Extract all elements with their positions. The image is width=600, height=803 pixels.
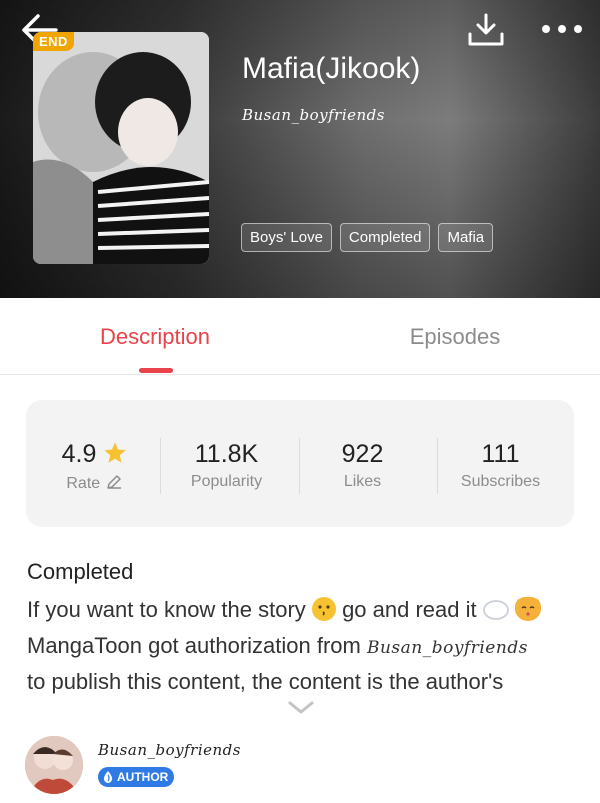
download-icon[interactable] bbox=[466, 12, 506, 48]
author-badge: AUTHOR bbox=[98, 767, 175, 787]
pencil-icon[interactable] bbox=[105, 473, 123, 491]
popularity-value: 11.8K bbox=[194, 440, 259, 468]
stats-card: 4.9 Rate 11.8K Popularity 922 Likes 111 … bbox=[26, 400, 574, 527]
rate-value: 4.9 bbox=[61, 440, 97, 468]
active-tab-indicator bbox=[139, 368, 173, 373]
subscribes-value: 111 bbox=[481, 440, 520, 468]
author-drop-icon bbox=[103, 771, 113, 783]
stat-popularity: 11.8K Popularity bbox=[158, 400, 295, 527]
header-author-name[interactable]: Busan_boyfriends bbox=[242, 106, 385, 124]
more-options-icon[interactable] bbox=[538, 18, 586, 40]
tab-bar: Description Episodes bbox=[0, 298, 600, 375]
rate-label: Rate bbox=[66, 475, 101, 492]
description-author-name: Busan_boyfriends bbox=[366, 638, 528, 658]
tab-episodes[interactable]: Episodes bbox=[305, 324, 600, 350]
tag-boys-love[interactable]: Boys' Love bbox=[241, 223, 332, 252]
comic-header: END Mafia(Jikook) Busan_boyfriends Boys'… bbox=[0, 0, 600, 298]
likes-value: 922 bbox=[341, 440, 384, 468]
description-text: MangaToon got authorization from bbox=[27, 633, 367, 658]
stat-likes: 922 Likes bbox=[294, 400, 431, 527]
description-text: go and read it bbox=[342, 597, 477, 622]
description-text: If you want to know the story bbox=[27, 597, 306, 622]
stat-rate[interactable]: 4.9 Rate bbox=[26, 400, 163, 527]
author-avatar[interactable] bbox=[25, 736, 83, 794]
subscribes-label: Subscribes bbox=[460, 473, 541, 490]
description-status: Completed bbox=[27, 559, 134, 584]
popularity-label: Popularity bbox=[190, 473, 263, 490]
end-badge: END bbox=[33, 32, 74, 51]
description-line-3: to publish this content, the content is … bbox=[27, 669, 504, 694]
tag-list: Boys' Love Completed Mafia bbox=[241, 223, 494, 252]
star-icon bbox=[104, 442, 126, 463]
kissing-cat-emoji-icon bbox=[514, 597, 541, 621]
stat-subscribes: 111 Subscribes bbox=[432, 400, 569, 527]
tag-mafia[interactable]: Mafia bbox=[438, 223, 494, 252]
thought-bubble-emoji-icon bbox=[482, 600, 509, 620]
tab-description[interactable]: Description bbox=[5, 324, 305, 350]
kissing-face-emoji-icon bbox=[311, 597, 336, 621]
comic-title: Mafia(Jikook) bbox=[242, 52, 421, 85]
author-name[interactable]: Busan_boyfriends bbox=[98, 741, 241, 759]
author-badge-label: AUTHOR bbox=[117, 770, 169, 784]
description-line-2: MangaToon got authorization from Busan_b… bbox=[27, 633, 528, 659]
description-line-1: If you want to know the story go and rea… bbox=[27, 597, 541, 623]
cover-image[interactable] bbox=[33, 32, 209, 264]
tag-completed[interactable]: Completed bbox=[339, 223, 431, 252]
likes-label: Likes bbox=[343, 473, 382, 490]
chevron-down-icon[interactable] bbox=[287, 700, 315, 716]
